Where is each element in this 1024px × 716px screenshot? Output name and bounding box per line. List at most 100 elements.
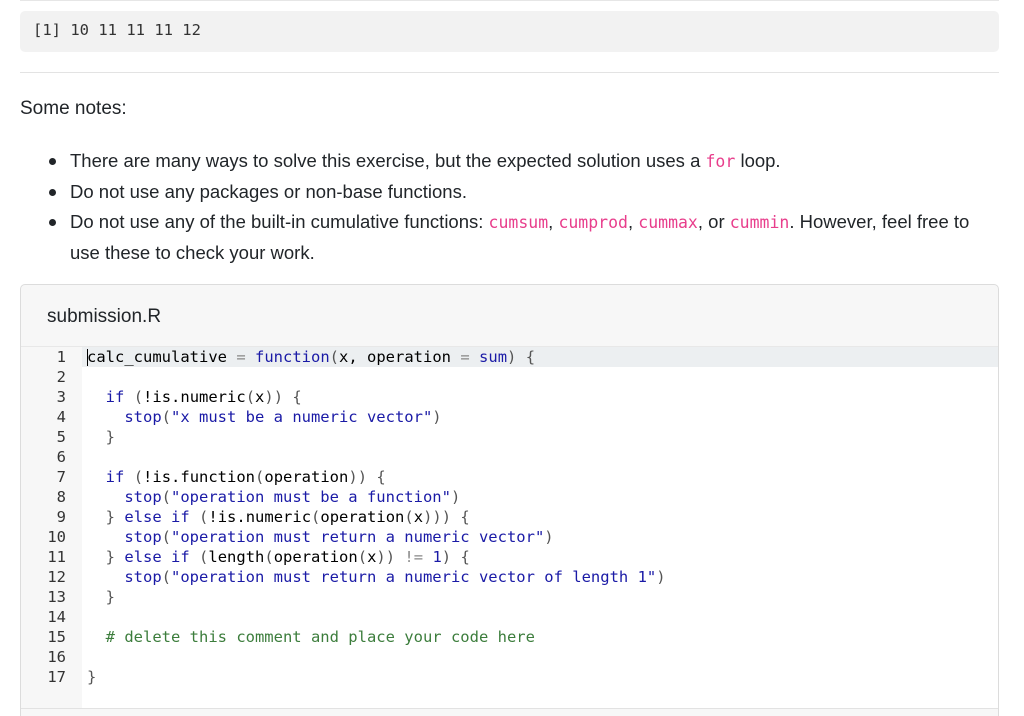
code-token: ( (255, 468, 265, 486)
code-line: } (87, 427, 115, 447)
note-text: Do not use any of the built-in cumulativ… (70, 211, 489, 232)
code-token: = (460, 348, 470, 366)
code-token: ))) (423, 508, 452, 526)
code-editor-panel: submission.R 1 2 3 4 5 6 7 8 9 10 11 12 13 14 15 16 17 c… (20, 284, 999, 716)
code-line: stop("operation must be a function") (87, 487, 460, 507)
code-token: if (105, 388, 125, 406)
code-token: # delete this comment and place your cod… (105, 628, 535, 646)
code-token: ( (161, 528, 171, 546)
code-token: function (255, 348, 330, 366)
code-token: operation (273, 548, 358, 566)
code-token: != (404, 548, 424, 566)
line-number: 14 (47, 608, 66, 626)
line-number: 13 (47, 588, 66, 606)
code-token: ( (161, 408, 171, 426)
code-line: stop("x must be a numeric vector") (87, 407, 442, 427)
code-token: x (255, 388, 265, 406)
code-token: "operation must return a numeric vector" (171, 528, 545, 546)
line-number: 8 (56, 488, 66, 506)
code-token: ) (507, 348, 517, 366)
note-item: There are many ways to solve this exerci… (49, 146, 1000, 177)
code-token: { (525, 348, 536, 366)
code-token: stop (124, 488, 162, 506)
code-token: ( (245, 388, 256, 406)
code-token: ( (404, 508, 414, 526)
code-line: if (!is.numeric(x)) { (87, 387, 302, 407)
code-token: } (105, 508, 116, 526)
line-number: 2 (56, 368, 66, 386)
line-number-gutter: 1 2 3 4 5 6 7 8 9 10 11 12 13 14 15 16 17 (21, 347, 82, 709)
code-token: calc_cumulative (87, 348, 227, 366)
line-number: 1 (56, 348, 66, 366)
code-token: ( (311, 508, 321, 526)
text-cursor (87, 349, 88, 366)
code-token: ) (656, 568, 666, 586)
inline-code: cummax (638, 213, 698, 232)
code-line: } else if (!is.numeric(operation(x))) { (87, 507, 470, 527)
code-line: stop("operation must return a numeric ve… (87, 527, 554, 547)
code-token: "operation must return a numeric vector … (171, 568, 657, 586)
code-token: ( (161, 568, 171, 586)
code-token: )) (376, 548, 396, 566)
console-output: [1] 10 11 11 11 12 (20, 11, 999, 52)
inline-code: cumprod (558, 213, 628, 232)
line-number: 4 (56, 408, 66, 426)
code-token: ) (450, 488, 461, 506)
code-token: ) (432, 408, 442, 426)
code-editor[interactable]: 1 2 3 4 5 6 7 8 9 10 11 12 13 14 15 16 17 calc_cumulativ… (21, 346, 998, 709)
code-token: "x must be a numeric vector" (171, 408, 433, 426)
editor-filename: submission.R (47, 306, 162, 327)
section-divider (20, 72, 999, 73)
code-token: x, operation (339, 348, 451, 366)
code-token: ) (441, 548, 452, 566)
code-token: stop (124, 528, 162, 546)
code-token: !is.function (143, 468, 256, 486)
code-token: } (87, 668, 97, 686)
line-number: 17 (47, 668, 66, 686)
code-token: stop (124, 568, 162, 586)
code-token: )) (348, 468, 368, 486)
console-output-text: [1] 10 11 11 11 12 (33, 21, 201, 39)
code-token: ( (133, 468, 144, 486)
code-token: = (236, 348, 246, 366)
code-token: ) (544, 528, 554, 546)
code-token: operation (320, 508, 405, 526)
code-token: { (460, 548, 470, 566)
line-number: 3 (56, 388, 66, 406)
note-text: Do not use any packages or non-base func… (70, 181, 467, 202)
code-token: )) (264, 388, 284, 406)
code-token: ( (199, 508, 209, 526)
code-token: ( (199, 548, 209, 566)
code-token: ( (133, 388, 144, 406)
code-token: } (105, 548, 116, 566)
line-number: 11 (47, 548, 66, 566)
code-token: !is.numeric (208, 508, 312, 526)
note-text: There are many ways to solve this exerci… (70, 150, 706, 171)
top-divider (20, 0, 999, 1)
code-token: 1 (432, 548, 442, 566)
code-line: } (87, 587, 115, 607)
code-token: ( (161, 488, 171, 506)
code-token: else if (124, 508, 190, 526)
code-token: x (413, 508, 424, 526)
line-number: 16 (47, 648, 66, 666)
code-token: } (105, 588, 116, 606)
code-token: else if (124, 548, 190, 566)
